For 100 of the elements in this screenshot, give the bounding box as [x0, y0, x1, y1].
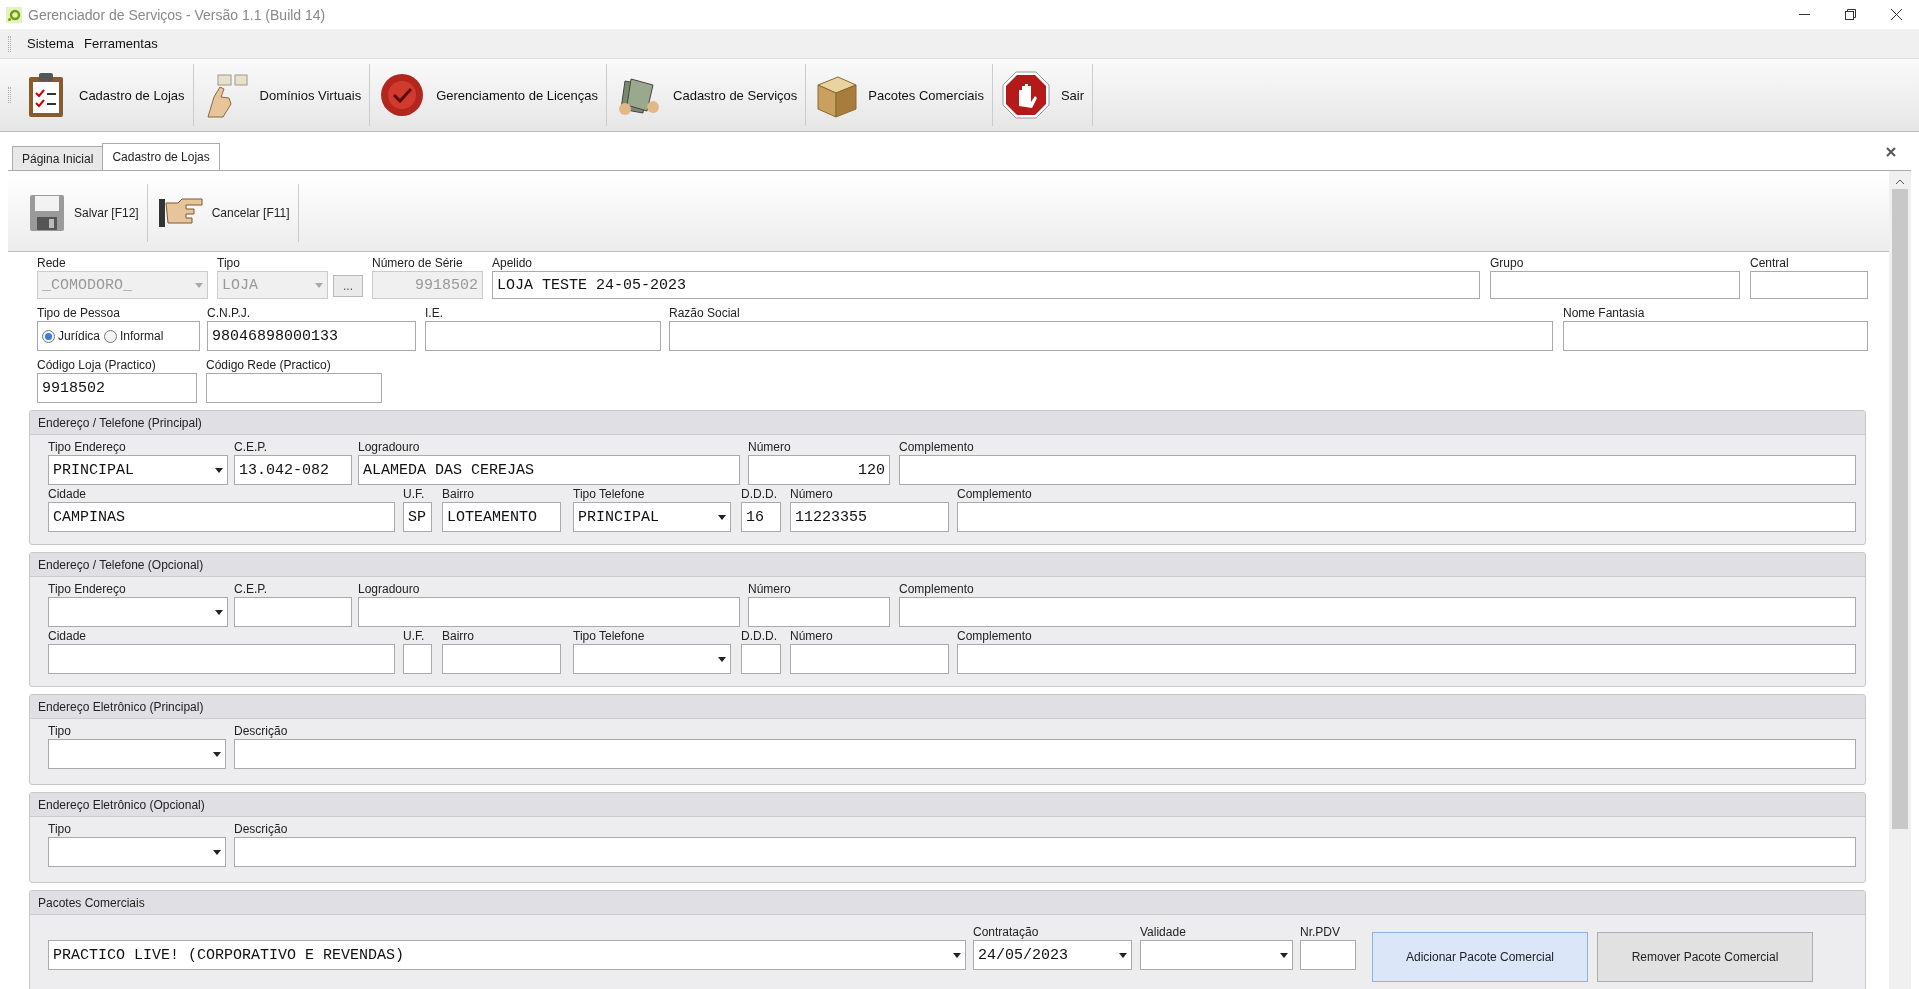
app-logo-icon	[6, 6, 22, 23]
field-label: Tipo Endereço	[48, 582, 127, 596]
field-label: Apelido	[492, 256, 534, 270]
dropdown[interactable]	[1140, 940, 1293, 970]
action-button[interactable]: Salvar [F12]	[28, 184, 148, 242]
caret-icon	[215, 467, 223, 473]
field-label: Tipo de Pessoa	[37, 306, 121, 320]
field-label: Validade	[1140, 925, 1187, 939]
toolbar-button[interactable]: Sair	[992, 64, 1094, 126]
field-label: Tipo	[48, 724, 72, 738]
field-label: I.E.	[425, 306, 444, 320]
toolbar-button[interactable]: Gerenciamento de Licenças	[370, 64, 608, 126]
field-label: Complemento	[957, 629, 1033, 643]
field-label: D.D.D.	[741, 629, 778, 643]
text-field[interactable]	[48, 644, 395, 674]
action-button[interactable]: Adicionar Pacote Comercial	[1372, 932, 1588, 982]
field-label: U.F.	[403, 487, 426, 501]
radio-option[interactable]: Jurídica	[42, 329, 101, 343]
field-label: Grupo	[1490, 256, 1525, 270]
text-field[interactable]: 16	[741, 502, 781, 532]
text-field[interactable]	[425, 321, 661, 351]
field-label: Descrição	[234, 822, 289, 836]
caret-icon	[213, 751, 221, 757]
text-field[interactable]	[206, 373, 382, 403]
field-label: Cidade	[48, 629, 88, 643]
toolbar-button[interactable]: Cadastro de Lojas	[17, 64, 194, 126]
close-icon[interactable]	[1885, 146, 1897, 158]
text-field[interactable]: SP	[403, 502, 432, 532]
field-label: Número	[790, 629, 834, 643]
field-label: Número	[748, 582, 792, 596]
text-field[interactable]	[1300, 940, 1356, 970]
text-field[interactable]	[899, 455, 1856, 485]
group-title: Pacotes Comerciais	[30, 891, 1865, 915]
caret-icon	[1119, 952, 1127, 958]
field-label: Logradouro	[358, 440, 421, 454]
dropdown[interactable]	[48, 837, 226, 867]
text-field[interactable]: 13.042-082	[234, 455, 352, 485]
dropdown[interactable]: PRACTICO LIVE! (CORPORATIVO E REVENDAS)	[48, 940, 966, 970]
text-field[interactable]	[741, 644, 781, 674]
text-field[interactable]: 11223355	[790, 502, 949, 532]
scrollbar[interactable]	[1889, 171, 1911, 989]
radio-option[interactable]: Informal	[104, 329, 164, 343]
field-label: Bairro	[442, 629, 475, 643]
field-label: Tipo	[217, 256, 241, 270]
field-label: Descrição	[234, 724, 289, 738]
field-label: Número	[790, 487, 834, 501]
text-field[interactable]	[669, 321, 1553, 351]
dropdown[interactable]	[48, 739, 226, 769]
text-field[interactable]	[957, 644, 1856, 674]
field-label: Complemento	[957, 487, 1033, 501]
toolbar-button[interactable]: Cadastro de Serviços	[607, 64, 807, 126]
text-field[interactable]: CAMPINAS	[48, 502, 395, 532]
text-field[interactable]	[1563, 321, 1868, 351]
browse-button[interactable]: ...	[333, 275, 363, 297]
dropdown[interactable]	[48, 597, 228, 627]
text-field[interactable]	[1490, 271, 1740, 299]
field-label: Razão Social	[669, 306, 741, 320]
text-field[interactable]	[957, 502, 1856, 532]
dropdown[interactable]: PRINCIPAL	[573, 502, 731, 532]
text-field[interactable]	[234, 739, 1856, 769]
text-field[interactable]: 9918502	[37, 373, 197, 403]
scroll-up-icon[interactable]	[1895, 179, 1905, 185]
dropdown[interactable]: 24/05/2023	[973, 940, 1132, 970]
toolbar-button[interactable]: Domínios Virtuais	[193, 64, 371, 126]
text-field[interactable]	[748, 597, 890, 627]
group-title: Endereço / Telefone (Opcional)	[30, 553, 1865, 577]
tab[interactable]: Cadastro de Lojas	[102, 143, 220, 170]
text-field[interactable]	[790, 644, 949, 674]
dropdown[interactable]	[573, 644, 731, 674]
toolbar-button[interactable]: Pacotes Comerciais	[806, 64, 993, 126]
field-label: Código Loja (Practico)	[37, 358, 157, 372]
field-label: Tipo Telefone	[573, 629, 646, 643]
window-title: Gerenciador de Serviços - Versão 1.1 (Build 14)	[28, 6, 327, 23]
text-field[interactable]	[234, 837, 1856, 867]
text-field[interactable]	[899, 597, 1856, 627]
action-button[interactable]: Cancelar [F11]	[157, 184, 299, 242]
text-field[interactable]	[234, 597, 352, 627]
field-label: C.E.P.	[234, 582, 269, 596]
caret-icon	[953, 952, 961, 958]
text-field[interactable]: LOJA TESTE 24-05-2023	[492, 271, 1480, 299]
text-field[interactable]	[358, 597, 740, 627]
stop-sign-icon	[1000, 70, 1051, 120]
menu-item[interactable]: Ferramentas	[83, 34, 158, 53]
menu-item[interactable]: Sistema	[27, 34, 74, 53]
caret-icon	[718, 656, 726, 662]
text-field[interactable]	[1750, 271, 1868, 299]
group-title: Endereço / Telefone (Principal)	[30, 411, 1865, 435]
dropdown[interactable]: PRINCIPAL	[48, 455, 228, 485]
tab[interactable]: Página Inicial	[12, 146, 104, 170]
field-label: Tipo	[48, 822, 72, 836]
caret-icon	[195, 282, 203, 288]
action-button[interactable]: Remover Pacote Comercial	[1597, 932, 1813, 982]
text-field[interactable]: LOTEAMENTO	[442, 502, 561, 532]
text-field[interactable]: 98046898000133	[207, 321, 416, 351]
text-field[interactable]: ALAMEDA DAS CEREJAS	[358, 455, 740, 485]
text-field[interactable]: 120	[748, 455, 890, 485]
text-field[interactable]	[403, 644, 432, 674]
field-label: Código Rede (Practico)	[206, 358, 332, 372]
field-label: C.E.P.	[234, 440, 269, 454]
text-field[interactable]	[442, 644, 561, 674]
